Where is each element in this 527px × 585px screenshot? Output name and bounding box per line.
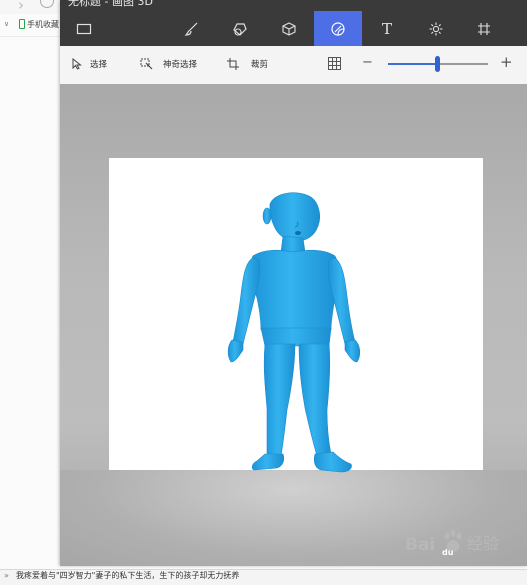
- phone-icon: [19, 19, 25, 29]
- crop-icon: [227, 58, 239, 70]
- select-button[interactable]: 选择: [72, 58, 107, 70]
- bookmark-item[interactable]: 手机收藏: [27, 19, 60, 30]
- tool-2d-shapes[interactable]: [216, 12, 264, 46]
- crop-label: 裁剪: [251, 60, 269, 70]
- 3d-person-model[interactable]: [205, 186, 390, 476]
- menu-button[interactable]: [60, 12, 108, 46]
- tool-text[interactable]: T: [363, 12, 411, 46]
- tool-brushes[interactable]: [168, 12, 216, 46]
- cube-icon: [282, 22, 296, 36]
- zoom-slider-thumb[interactable]: [435, 56, 440, 72]
- title-bar: 无标题 - 画图 3D T: [60, 0, 527, 46]
- watermark-brand-left: Bai: [405, 535, 435, 555]
- magic-select-button[interactable]: 神奇选择: [140, 58, 197, 70]
- text-icon: T: [381, 20, 392, 38]
- cursor-icon: [72, 58, 82, 70]
- window-title: 无标题 - 画图 3D: [68, 0, 153, 8]
- zoom-in-button[interactable]: +: [500, 53, 513, 71]
- tool-effects[interactable]: [412, 12, 460, 46]
- effects-icon: [429, 22, 443, 36]
- watermark-brand-suffix: du: [442, 548, 454, 557]
- folder-icon: [76, 23, 92, 35]
- paint3d-window: 无标题 - 画图 3D T 选择 神奇选择 裁剪 − +: [60, 0, 527, 566]
- magic-select-icon: [140, 58, 153, 70]
- zoom-slider-fill: [388, 63, 438, 65]
- sticker-icon: [331, 21, 345, 36]
- forward-icon[interactable]: ›: [18, 0, 24, 14]
- chevron-icon[interactable]: »: [4, 571, 9, 580]
- grid-icon[interactable]: [328, 57, 341, 70]
- baidu-watermark-logo: Bai du 经验: [405, 529, 499, 557]
- shapes-2d-icon: [233, 23, 247, 36]
- chevron-down-icon[interactable]: ∨: [4, 20, 9, 28]
- zoom-out-button[interactable]: −: [362, 55, 373, 70]
- tool-canvas[interactable]: [460, 12, 508, 46]
- select-label: 选择: [90, 60, 108, 70]
- brush-icon: [184, 22, 198, 36]
- tool-stickers[interactable]: [314, 11, 362, 46]
- magic-select-label: 神奇选择: [163, 60, 198, 70]
- crop-button[interactable]: 裁剪: [227, 58, 268, 70]
- sub-toolbar: [60, 46, 527, 85]
- canvas-icon: [478, 23, 490, 35]
- tool-3d-shapes[interactable]: [265, 12, 313, 46]
- watermark-brand-right: 经验: [467, 534, 499, 553]
- status-text[interactable]: 我疼爱着与"四岁智力"妻子的私下生活，生下的孩子却无力抚养: [16, 570, 239, 581]
